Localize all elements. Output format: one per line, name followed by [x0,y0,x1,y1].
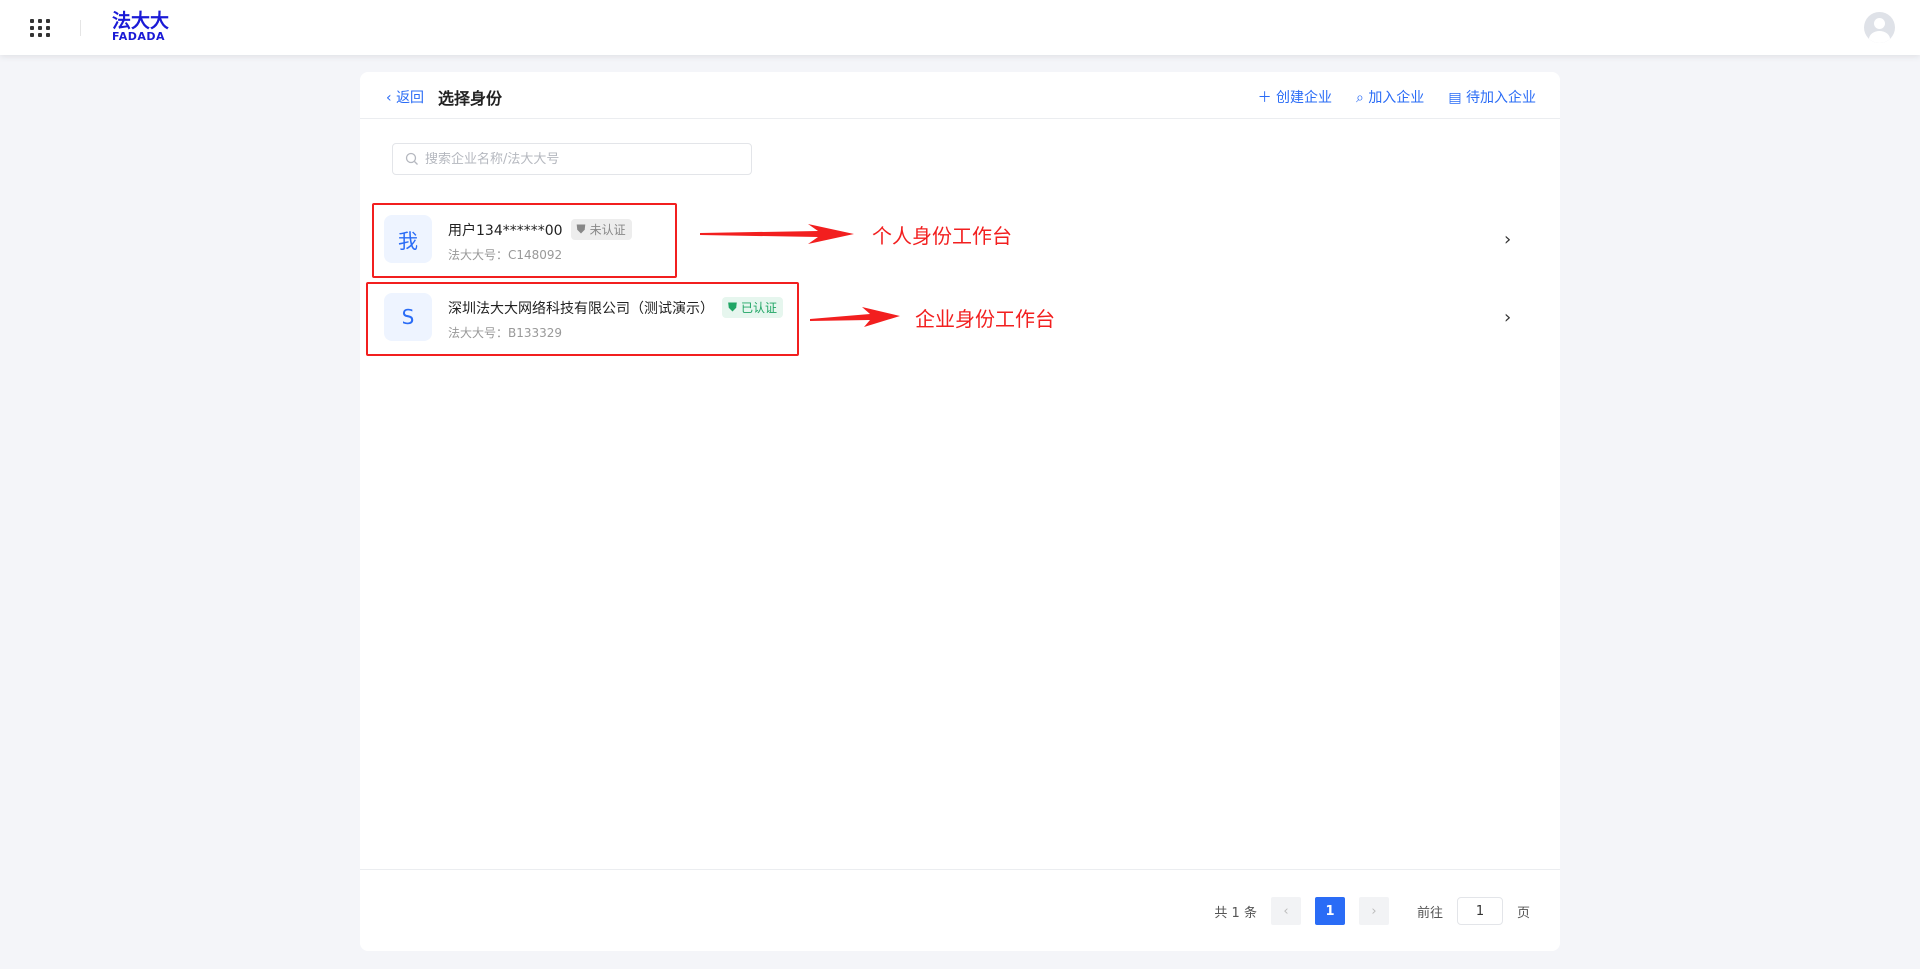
search-input[interactable] [425,151,725,167]
chevron-right-icon[interactable]: › [1504,229,1511,250]
total-count: 共 1 条 [1214,905,1257,921]
annotation-enterprise: 企业身份工作台 [915,307,1055,331]
join-enterprise-button[interactable]: ⌕ 加入企业 [1356,87,1424,107]
goto-page-input[interactable] [1456,897,1503,925]
annotation-box-personal [372,203,677,278]
logo-en: FADADA [112,30,166,43]
annotation-personal: 个人身份工作台 [872,224,1012,248]
plus-icon: ＋ [1257,90,1272,106]
pending-enterprise-button[interactable]: ▤ 待加入企业 [1448,87,1536,107]
search-icon [405,152,418,165]
next-page-button[interactable]: › [1358,897,1389,925]
page-button[interactable]: 1 [1314,897,1345,925]
pending-enterprise-label: 待加入企业 [1466,90,1536,106]
goto-label: 前往 [1416,905,1443,921]
user-avatar-icon[interactable] [1864,12,1895,43]
search-field[interactable] [392,143,752,175]
pagination: 共 1 条 ‹ 1 › 前往 页 [1214,897,1530,925]
annotation-arrow [700,224,854,244]
join-enterprise-label: 加入企业 [1368,90,1425,106]
back-label: 返回 [396,90,425,106]
document-icon: ▤ [1448,90,1462,106]
logo-cn: 法大大 [112,10,170,32]
chevron-right-icon[interactable]: › [1504,307,1511,328]
back-button[interactable]: ‹ 返回 [386,87,424,107]
page-suffix: 页 [1516,905,1530,921]
create-enterprise-button[interactable]: ＋ 创建企业 [1258,87,1332,107]
card-header: ‹ 返回 选择身份 ＋ 创建企业 ⌕ 加入企业 ▤ 待加入企业 [360,72,1560,119]
apps-grid-icon[interactable] [30,19,50,37]
annotation-arrow [810,307,900,327]
page-title: 选择身份 [438,89,503,108]
search-icon: ⌕ [1356,90,1364,106]
divider [360,869,1560,870]
annotation-box-enterprise [366,282,799,356]
logo[interactable]: 法大大 FADADA [112,10,170,43]
top-bar: 法大大 FADADA [0,0,1920,55]
create-enterprise-label: 创建企业 [1276,90,1333,106]
divider [80,20,81,36]
prev-page-button[interactable]: ‹ [1270,897,1301,925]
